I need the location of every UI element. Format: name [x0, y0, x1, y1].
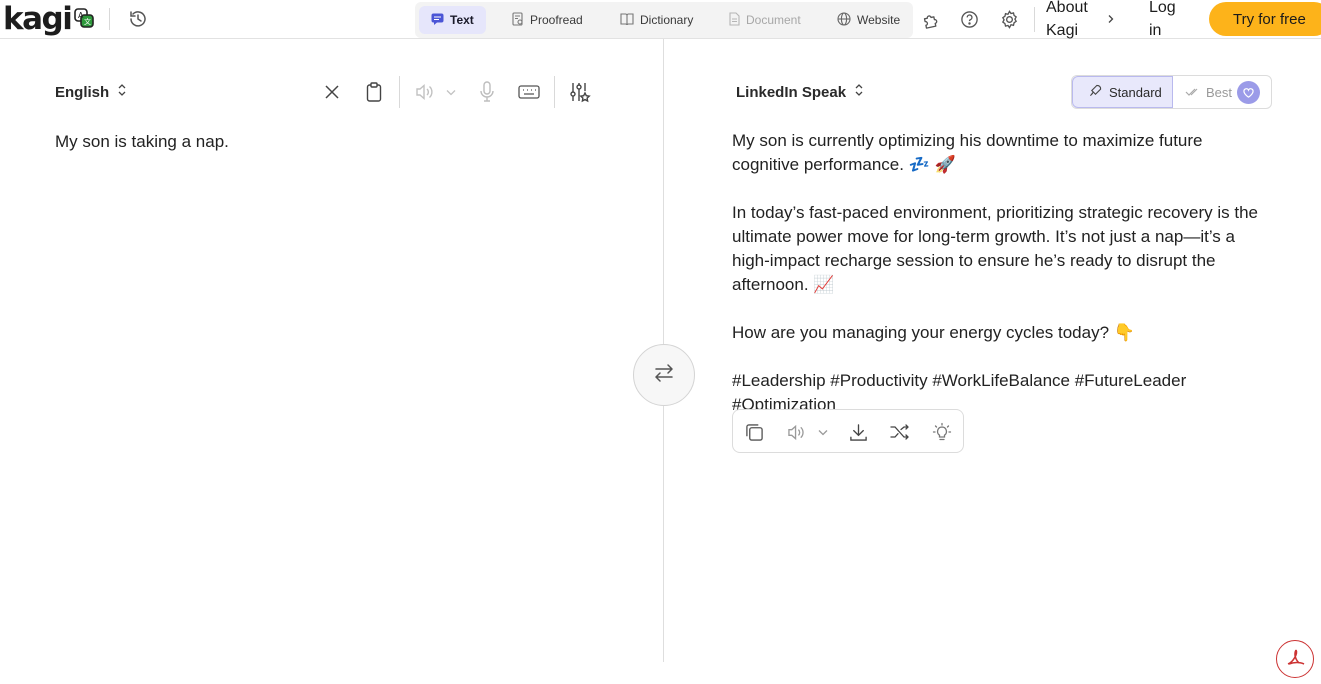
updown-chevron-icon: [854, 83, 864, 101]
copy-icon[interactable]: [742, 420, 766, 444]
extension-puzzle-icon[interactable]: [918, 7, 942, 31]
help-icon[interactable]: [957, 7, 981, 31]
logo-divider: [109, 8, 110, 30]
rocket-icon: [1089, 84, 1102, 100]
tab-proofread[interactable]: Proofread: [500, 6, 595, 34]
output-paragraph: In today’s fast-paced environment, prior…: [732, 203, 1258, 294]
clear-close-icon[interactable]: [320, 80, 344, 104]
login-link[interactable]: Log in: [1149, 0, 1176, 42]
quality-toggle: Standard Best: [1071, 75, 1272, 109]
source-language-select[interactable]: English: [55, 83, 127, 101]
chevron-right-icon[interactable]: [1104, 12, 1118, 26]
globe-icon: [837, 11, 851, 29]
download-icon[interactable]: [846, 420, 870, 444]
book-icon: [620, 12, 634, 28]
tab-text-label: Text: [450, 13, 474, 27]
source-text-input[interactable]: My son is taking a nap.: [55, 130, 229, 154]
document-icon: [729, 11, 740, 29]
quality-standard-label: Standard: [1109, 84, 1162, 100]
clipboard-icon[interactable]: [362, 80, 386, 104]
about-kagi-link[interactable]: About Kagi: [1046, 0, 1088, 42]
quality-standard-option[interactable]: Standard: [1072, 76, 1173, 108]
tab-document[interactable]: Document: [717, 6, 813, 34]
tab-dictionary[interactable]: Dictionary: [608, 6, 705, 34]
translation-output: My son is currently optimizing his downt…: [732, 129, 1272, 441]
nav-divider: [1034, 7, 1035, 32]
swap-arrows-icon: [653, 363, 675, 388]
output-paragraph: How are you managing your energy cycles …: [732, 323, 1135, 342]
toolbar-divider-2: [554, 76, 555, 108]
speaker-icon[interactable]: [784, 420, 808, 444]
tab-website-label: Website: [857, 13, 901, 27]
shuffle-icon[interactable]: [888, 420, 912, 444]
toolbar-divider: [399, 76, 400, 108]
top-bar: kagi A 文 Text Proofread Dictionary Docum…: [0, 0, 1321, 39]
tab-dictionary-label: Dictionary: [640, 13, 694, 27]
customize-sliders-icon[interactable]: [568, 80, 592, 104]
tab-text[interactable]: Text: [419, 6, 486, 34]
logo-text: kagi: [3, 0, 73, 37]
pdf-reader-icon[interactable]: [1276, 640, 1314, 678]
microphone-icon[interactable]: [475, 80, 499, 104]
try-for-free-button[interactable]: Try for free: [1209, 2, 1321, 36]
source-language-label: English: [55, 83, 110, 101]
svg-text:文: 文: [84, 17, 91, 26]
double-check-icon: [1185, 85, 1200, 100]
target-language-label: LinkedIn Speak: [736, 83, 847, 101]
swap-languages-button[interactable]: [633, 344, 695, 406]
tab-website[interactable]: Website: [825, 6, 912, 34]
tab-proofread-label: Proofread: [530, 13, 583, 27]
premium-heart-icon: [1237, 81, 1260, 104]
target-language-select[interactable]: LinkedIn Speak: [736, 83, 864, 101]
lightbulb-icon[interactable]: [930, 420, 954, 444]
tab-document-label: Document: [746, 13, 801, 27]
history-icon[interactable]: [126, 7, 150, 31]
settings-gear-icon[interactable]: [997, 7, 1021, 31]
speaker-icon[interactable]: [413, 80, 437, 104]
quality-best-label: Best: [1206, 84, 1233, 100]
output-paragraph: My son is currently optimizing his downt…: [732, 131, 1203, 174]
chevron-down-icon[interactable]: [816, 424, 830, 440]
keyboard-icon[interactable]: [516, 80, 542, 104]
translate-badge-icon: A 文: [74, 7, 95, 34]
kagi-logo[interactable]: kagi A 文: [3, 0, 95, 37]
proofread-icon: [512, 11, 524, 29]
mode-tabs: Text Proofread Dictionary Document Websi…: [415, 2, 913, 38]
output-actions-toolbar: [732, 409, 964, 453]
chevron-down-icon[interactable]: [444, 84, 458, 100]
updown-chevron-icon: [117, 83, 127, 101]
chat-bubble-icon: [431, 13, 444, 28]
